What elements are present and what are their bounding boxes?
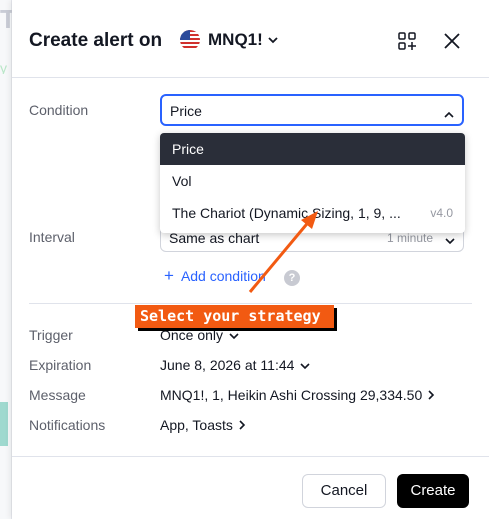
background-chart-strip: T y [0,0,12,519]
chevron-up-icon [444,105,454,123]
background-volume-bar [0,402,8,446]
add-widget-icon[interactable] [396,30,418,52]
option-version: v4.0 [430,206,453,220]
chevron-right-icon [428,387,435,403]
expiration-label: Expiration [29,357,92,373]
dropdown-option-strategy[interactable]: The Chariot (Dynamic Sizing, 1, 9, ... v… [160,197,465,229]
notifications-value: App, Toasts [160,417,233,433]
add-condition-button[interactable]: + Add condition [164,266,266,285]
message-value: MNQ1!, 1, Heikin Ashi Crossing 29,334.50 [160,387,423,403]
create-alert-dialog: Create alert on MNQ1! Condition Price In… [12,0,489,519]
option-label: The Chariot (Dynamic Sizing, 1, 9, ... [172,205,401,221]
dialog-footer: Cancel Create [12,456,489,519]
symbol-selector[interactable]: MNQ1! [180,30,278,50]
help-icon[interactable]: ? [284,270,300,286]
trigger-label: Trigger [29,327,73,343]
dialog-header: Create alert on MNQ1! [12,0,489,78]
chevron-down-icon [268,31,278,49]
dropdown-option-vol[interactable]: Vol [160,165,465,197]
message-selector[interactable]: MNQ1!, 1, Heikin Ashi Crossing 29,334.50 [160,387,435,403]
interval-secondary-value: 1 minute [386,231,433,245]
message-label: Message [29,387,86,403]
symbol-name: MNQ1! [208,30,263,49]
us-flag-icon [180,30,200,50]
create-button[interactable]: Create [397,474,469,508]
plus-icon: + [164,266,174,285]
chevron-down-icon [229,327,239,343]
interval-label: Interval [29,229,75,245]
background-green-mark: y [0,60,7,74]
condition-selected-value: Price [170,103,202,119]
condition-dropdown: Price Vol The Chariot (Dynamic Sizing, 1… [160,133,465,233]
close-icon[interactable] [441,30,463,52]
condition-select[interactable]: Price [160,94,464,126]
expiration-selector[interactable]: June 8, 2026 at 11:44 [160,357,310,373]
condition-label: Condition [29,102,89,118]
trigger-value: Once only [160,327,224,343]
background-text: T [0,4,12,34]
expiration-value: June 8, 2026 at 11:44 [160,357,295,373]
notifications-label: Notifications [29,417,106,433]
notifications-selector[interactable]: App, Toasts [160,417,246,433]
cancel-button[interactable]: Cancel [302,474,386,508]
section-divider [29,303,472,304]
annotation-callout: Select your strategy [135,305,334,328]
dropdown-option-price[interactable]: Price [160,133,465,165]
add-condition-label: Add condition [180,268,266,284]
chevron-down-icon [445,232,455,250]
dialog-title: Create alert on [29,30,163,51]
chevron-right-icon [239,417,246,433]
trigger-selector[interactable]: Once only [160,327,239,343]
option-label: Price [172,141,204,157]
option-label: Vol [172,173,192,189]
chevron-down-icon [300,357,310,373]
